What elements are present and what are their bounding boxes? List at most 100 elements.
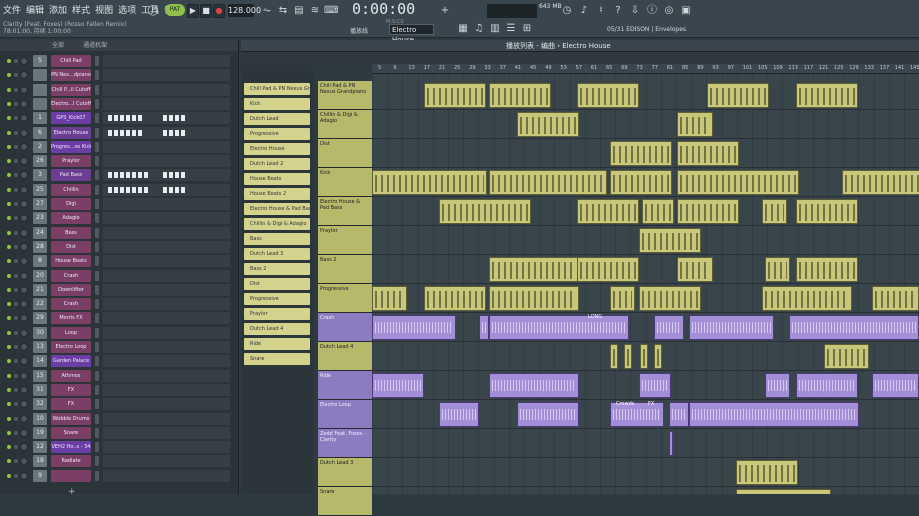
step[interactable] [126,115,130,122]
channel-row[interactable]: 29 Morris FX [0,311,239,325]
blend-icon[interactable]: ≋ [308,4,322,18]
channel-mute-led[interactable] [7,202,11,206]
step[interactable] [126,186,130,193]
step[interactable] [175,186,179,193]
channel-volume-knob[interactable] [20,228,28,237]
channel-row[interactable]: 5 Chill Pad [0,54,239,68]
mixer-track-number[interactable]: 8 [33,255,47,268]
pattern-clip[interactable] [762,286,852,311]
step[interactable] [120,172,124,179]
mixer-track-number[interactable]: 10 [33,412,47,425]
channel-mute-led[interactable] [7,302,11,307]
channel-mute-led[interactable] [7,244,11,249]
channel-volume-knob[interactable] [20,71,28,80]
pattern-clip[interactable] [707,83,769,108]
mixer-track-number[interactable]: 21 [33,283,47,296]
pattern-clip[interactable] [872,286,919,311]
mixer-track-number[interactable]: 3 [33,169,47,182]
channel-volume-knob[interactable] [20,385,28,394]
pattern-clip[interactable] [677,141,739,166]
time-display[interactable]: 0:00:00 [352,0,415,18]
step-sequencer[interactable] [103,283,230,296]
download-icon[interactable]: ⇩ [628,4,642,18]
channel-select[interactable] [95,227,99,238]
channel-select[interactable] [95,299,99,310]
channel-mute-led[interactable] [7,87,11,92]
track-header[interactable]: Electro House & Pad Bass [318,197,372,226]
channel-solo-led[interactable] [14,302,18,307]
channel-solo-led[interactable] [14,316,18,321]
channel-select[interactable] [95,370,99,381]
channel-volume-knob[interactable] [20,257,28,266]
audio-clip[interactable] [372,373,424,398]
channel-row[interactable]: 21 Downlifter [0,283,239,297]
step[interactable] [108,186,112,193]
channel-volume-knob[interactable] [20,171,28,180]
channel-select[interactable] [95,442,99,453]
step-sequencer[interactable] [103,83,230,96]
step[interactable] [114,129,118,136]
channel-volume-knob[interactable] [20,157,28,166]
step[interactable] [138,129,142,136]
channel-solo-led[interactable] [14,230,18,235]
step[interactable] [175,172,179,179]
channel-name-button[interactable]: Bass [51,226,91,239]
power-icon[interactable]: ◯ [146,4,160,18]
channel-rack-icon[interactable]: ☰ [504,22,518,36]
mixer-track-number[interactable]: 22 [33,298,47,311]
playlist-lane[interactable] [372,81,919,110]
pattern-picker-item[interactable]: Electro House [244,143,310,155]
channel-volume-knob[interactable] [20,343,28,351]
menu-item-5[interactable]: 选项 [118,3,136,16]
channel-solo-led[interactable] [14,59,18,63]
pattern-picker-item[interactable]: Bass [244,233,310,245]
channel-name-button[interactable]: Wobble Drums [51,412,91,425]
track-header[interactable]: Crash [318,313,372,342]
pattern-picker-item[interactable]: Ride [244,338,310,350]
channel-name-button[interactable]: Praylor [51,155,91,168]
channel-mute-led[interactable] [7,287,11,292]
step[interactable] [108,172,112,179]
step-sequencer[interactable] [103,426,230,439]
channel-row[interactable]: 25 Chillin [0,183,239,197]
channel-volume-knob[interactable] [20,200,28,208]
menu-item-1[interactable]: 编辑 [26,3,44,16]
typing-keyboard-icon[interactable]: ⌨ [324,4,338,18]
channel-solo-led[interactable] [14,459,18,464]
pattern-clip[interactable] [639,228,701,253]
channel-row[interactable]: 26 Praylor [0,154,239,168]
channel-mute-led[interactable] [7,59,11,63]
pattern-clip[interactable] [610,141,672,166]
pattern-picker-item[interactable]: Chillin & Digi & Adagio [244,218,310,230]
mixer-track-number[interactable] [33,97,47,110]
stop-button[interactable]: ■ [200,4,212,18]
pattern-song-toggle[interactable]: PAT [165,4,185,16]
channel-row[interactable]: 19 Snare [0,426,239,440]
pattern-clip[interactable] [677,257,713,282]
pattern-clip[interactable] [796,83,858,108]
menu-item-4[interactable]: 视图 [95,3,113,16]
pattern-clip[interactable] [372,170,487,195]
channel-name-button[interactable]: Digi [51,198,91,210]
step[interactable] [114,172,118,179]
channel-solo-led[interactable] [14,101,18,106]
pattern-clip[interactable] [736,489,831,494]
channel-solo-led[interactable] [14,159,18,164]
audio-clip[interactable] [689,315,774,340]
playlist-icon[interactable]: ▦ [456,22,470,36]
pattern-clip[interactable] [517,112,579,137]
step-sequencer[interactable] [103,226,230,239]
channel-mute-led[interactable] [7,173,11,178]
channel-select[interactable] [95,184,99,195]
step-sequencer[interactable] [103,398,230,411]
channel-solo-led[interactable] [14,259,18,264]
step-sequencer[interactable] [103,140,230,153]
mixer-track-number[interactable]: 6 [33,126,47,139]
channel-volume-knob[interactable] [20,142,28,151]
step[interactable] [169,115,173,122]
pattern-picker-item[interactable]: House Beats 2 [244,188,310,200]
pattern-clip[interactable] [489,170,607,195]
channel-mute-led[interactable] [7,230,11,235]
channel-mute-led[interactable] [7,373,11,378]
step[interactable] [120,129,124,136]
